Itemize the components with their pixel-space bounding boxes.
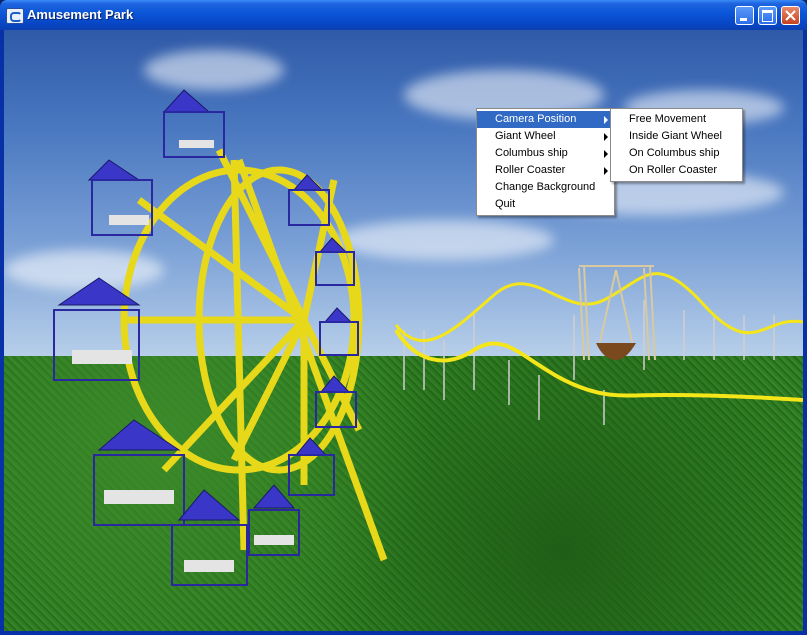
menu-item-camera-position[interactable]: Camera Position [477, 111, 614, 128]
maximize-button[interactable] [758, 6, 777, 25]
submenu-arrow-icon [604, 150, 608, 158]
window-border-bottom [0, 631, 807, 635]
menu-item-label: Giant Wheel [495, 130, 556, 142]
menu-item-change-background[interactable]: Change Background [477, 179, 614, 196]
menu-item-label: Change Background [495, 181, 596, 193]
submenu-item-inside-giant-wheel[interactable]: Inside Giant Wheel [611, 128, 742, 145]
window-border-right [803, 30, 807, 631]
menu-item-label: On Roller Coaster [629, 164, 718, 176]
submenu-item-free-movement[interactable]: Free Movement [611, 111, 742, 128]
title-bar[interactable]: Amusement Park [0, 0, 807, 30]
menu-item-label: Camera Position [495, 113, 577, 125]
menu-item-quit[interactable]: Quit [477, 196, 614, 213]
menu-item-giant-wheel[interactable]: Giant Wheel [477, 128, 614, 145]
submenu-item-on-columbus-ship[interactable]: On Columbus ship [611, 145, 742, 162]
submenu-item-on-roller-coaster[interactable]: On Roller Coaster [611, 162, 742, 179]
window-title: Amusement Park [27, 7, 134, 22]
close-icon [785, 10, 796, 21]
menu-item-label: Roller Coaster [495, 164, 566, 176]
menu-item-columbus-ship[interactable]: Columbus ship [477, 145, 614, 162]
menu-item-label: Inside Giant Wheel [629, 130, 722, 142]
app-window: Amusement Park Camera Position Giant Whe… [0, 0, 807, 635]
menu-item-label: Quit [495, 198, 516, 210]
submenu-arrow-icon [604, 167, 608, 175]
menu-item-label: On Columbus ship [629, 147, 720, 159]
context-menu: Camera Position Giant Wheel Columbus shi… [476, 108, 615, 216]
close-button[interactable] [781, 6, 800, 25]
menu-item-label: Free Movement [629, 113, 707, 125]
app-icon[interactable] [6, 8, 24, 24]
minimize-button[interactable] [735, 6, 754, 25]
camera-position-submenu: Free Movement Inside Giant Wheel On Colu… [610, 108, 743, 182]
menu-item-roller-coaster[interactable]: Roller Coaster [477, 162, 614, 179]
submenu-arrow-icon [604, 116, 608, 124]
menu-item-label: Columbus ship [495, 147, 568, 159]
submenu-arrow-icon [604, 133, 608, 141]
